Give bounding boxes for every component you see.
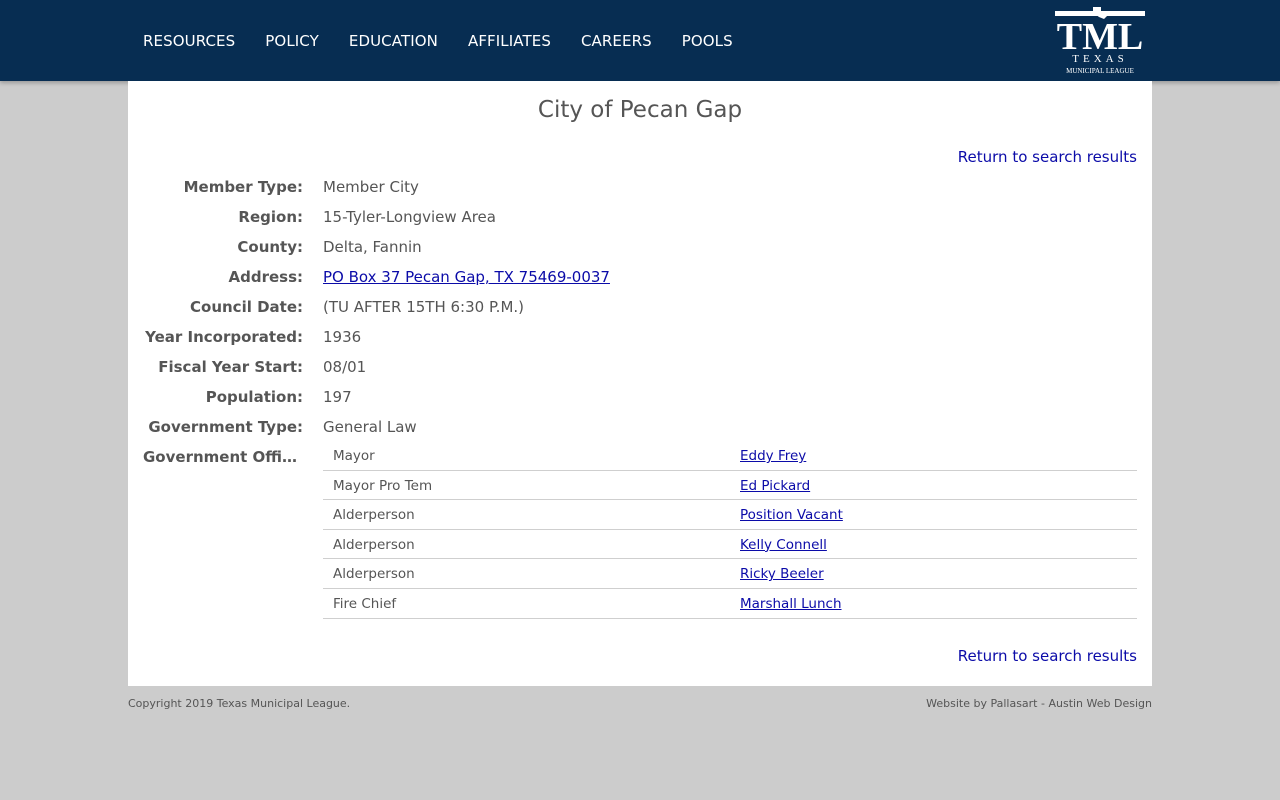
- table-row: Alderperson Kelly Connell: [323, 530, 1137, 560]
- detail-row-region: Region: 15-Tyler-Longview Area: [128, 208, 1152, 238]
- official-position: Alderperson: [333, 507, 415, 524]
- detail-label: Population:: [205, 388, 303, 406]
- page-title: City of Pecan Gap: [537, 97, 743, 123]
- detail-value: 15-Tyler-Longview Area: [323, 208, 496, 226]
- detail-value: 1936: [323, 328, 362, 346]
- detail-row-address: Address: PO Box 37 Pecan Gap, TX 75469-0…: [128, 268, 1152, 298]
- nav-careers[interactable]: CAREERS: [581, 32, 652, 50]
- official-position: Alderperson: [333, 536, 415, 553]
- detail-label: Council Date:: [190, 298, 303, 316]
- table-row: Alderperson Position Vacant: [323, 500, 1137, 530]
- government-officials-label: Government Officials:: [143, 448, 303, 466]
- detail-row-member-type: Member Type: Member City: [128, 178, 1152, 208]
- detail-value: 08/01: [323, 358, 367, 376]
- footer-credit[interactable]: Website by Pallasart - Austin Web Design: [926, 697, 1152, 710]
- detail-label: Member Type:: [183, 178, 303, 196]
- detail-value: Delta, Fannin: [323, 238, 422, 256]
- detail-row-fiscal-year-start: Fiscal Year Start: 08/01: [128, 358, 1152, 388]
- table-row: Mayor Pro Tem Ed Pickard: [323, 471, 1137, 501]
- logo-line1-text: TEXAS: [1072, 53, 1127, 65]
- detail-value: 197: [323, 388, 352, 406]
- official-name-link[interactable]: Kelly Connell: [740, 537, 827, 553]
- return-to-search-link-bottom[interactable]: Return to search results: [958, 647, 1137, 665]
- official-name-link[interactable]: Ricky Beeler: [740, 566, 824, 582]
- official-name-link[interactable]: Position Vacant: [740, 507, 843, 523]
- detail-value: General Law: [323, 418, 417, 436]
- nav-policy[interactable]: POLICY: [265, 32, 319, 50]
- detail-label: Region:: [238, 208, 303, 226]
- detail-row-council-date: Council Date: (TU AFTER 15TH 6:30 P.M.): [128, 298, 1152, 328]
- detail-label: Year Incorporated:: [145, 328, 303, 346]
- detail-value: Member City: [323, 178, 419, 196]
- detail-label: Fiscal Year Start:: [158, 358, 303, 376]
- table-row: Fire Chief Marshall Lunch: [323, 589, 1137, 619]
- nav-education[interactable]: EDUCATION: [349, 32, 438, 50]
- nav-affiliates[interactable]: AFFILIATES: [468, 32, 551, 50]
- nav-resources[interactable]: RESOURCES: [143, 32, 235, 50]
- logo-line2-text: MUNICIPAL LEAGUE: [1066, 67, 1134, 75]
- detail-label: County:: [237, 238, 303, 256]
- main-nav: RESOURCES POLICY EDUCATION AFFILIATES CA…: [143, 0, 763, 81]
- nav-pools[interactable]: POOLS: [682, 32, 733, 50]
- officials-table: Mayor Eddy Frey Mayor Pro Tem Ed Pickard…: [323, 441, 1137, 619]
- tml-logo[interactable]: TML TEXAS MUNICIPAL LEAGUE: [1055, 5, 1145, 75]
- detail-row-population: Population: 197: [128, 388, 1152, 418]
- top-navigation-bar: RESOURCES POLICY EDUCATION AFFILIATES CA…: [0, 0, 1280, 81]
- official-position: Fire Chief: [333, 595, 397, 612]
- detail-label: Government Type:: [148, 418, 303, 436]
- official-position: Mayor: [333, 448, 375, 464]
- detail-row-county: County: Delta, Fannin: [128, 238, 1152, 268]
- detail-value: (TU AFTER 15TH 6:30 P.M.): [323, 298, 525, 316]
- table-row: Mayor Eddy Frey: [323, 441, 1137, 471]
- detail-row-year-incorporated: Year Incorporated: 1936: [128, 328, 1152, 358]
- official-position: Alderperson: [333, 566, 415, 583]
- content-panel: City of Pecan Gap Return to search resul…: [128, 81, 1152, 686]
- official-name-link[interactable]: Marshall Lunch: [740, 596, 842, 612]
- return-to-search-link-top[interactable]: Return to search results: [958, 148, 1137, 166]
- official-name-link[interactable]: Eddy Frey: [740, 448, 806, 464]
- address-link[interactable]: PO Box 37 Pecan Gap, TX 75469-0037: [323, 268, 610, 286]
- footer-copyright: Copyright 2019 Texas Municipal League.: [128, 697, 351, 710]
- official-name-link[interactable]: Ed Pickard: [740, 478, 810, 494]
- official-position: Mayor Pro Tem: [333, 477, 433, 494]
- table-row: Alderperson Ricky Beeler: [323, 559, 1137, 589]
- detail-label: Address:: [228, 268, 303, 286]
- logo-main-text: TML: [1057, 16, 1144, 58]
